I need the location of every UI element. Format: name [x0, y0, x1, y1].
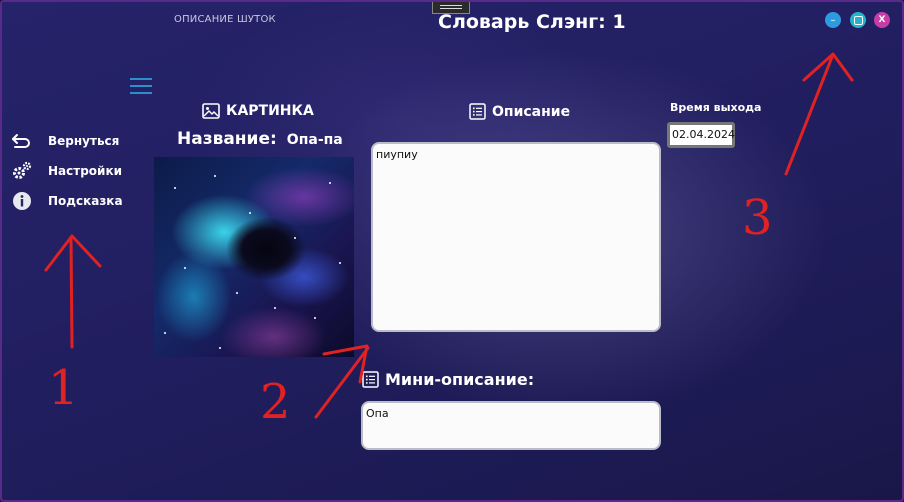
app-label: ОПИСАНИЕ ШУТОК — [174, 14, 276, 25]
annotation-number-1: 1 — [48, 360, 79, 416]
annotation-arrow-3 — [784, 52, 854, 176]
minimize-button[interactable]: – — [825, 12, 841, 28]
maximize-icon — [853, 15, 863, 25]
sidebar-item-label: Вернуться — [48, 134, 120, 148]
window-title: Словарь Слэнг: 1 — [438, 11, 626, 33]
list-icon — [362, 371, 379, 388]
sidebar-item-label: Настройки — [48, 164, 123, 178]
list-icon — [469, 103, 486, 120]
picture-heading: КАРТИНКА — [202, 103, 314, 119]
mini-description-heading: Мини-описание: — [362, 370, 534, 389]
name-value: Опа-па — [286, 132, 343, 148]
picture-heading-label: КАРТИНКА — [226, 103, 314, 119]
description-heading-label: Описание — [492, 103, 571, 120]
annotation-number-2: 2 — [260, 374, 291, 430]
sidebar-item-hint[interactable]: Подсказка — [10, 190, 123, 212]
back-arrow-icon — [10, 131, 34, 151]
close-button[interactable]: X — [874, 12, 890, 28]
annotation-number-3: 3 — [742, 190, 773, 246]
app-window: ОПИСАНИЕ ШУТОК Словарь Слэнг: 1 – X Верн… — [0, 0, 904, 502]
mini-description-textarea[interactable]: Опа — [361, 401, 661, 450]
galaxy-nebula-image[interactable] — [154, 157, 354, 357]
description-textarea[interactable]: пиупиу — [371, 142, 661, 332]
picture-icon — [202, 103, 220, 119]
description-heading: Описание — [469, 103, 570, 120]
gears-icon — [10, 161, 34, 181]
annotation-arrow-1 — [44, 234, 102, 349]
info-icon — [10, 191, 34, 211]
sidebar-item-back[interactable]: Вернуться — [10, 130, 119, 152]
sidebar-item-settings[interactable]: Настройки — [10, 160, 122, 182]
release-date-field[interactable]: 02.04.2024 — [667, 122, 735, 148]
sidebar-item-label: Подсказка — [48, 194, 123, 208]
name-row: Название: Опа-па — [177, 129, 343, 149]
mini-description-heading-label: Мини-описание: — [385, 370, 535, 389]
close-icon: X — [878, 15, 886, 25]
hamburger-menu-icon[interactable] — [130, 78, 152, 94]
maximize-button[interactable] — [850, 12, 866, 28]
minimize-icon: – — [830, 14, 836, 26]
name-label: Название: — [177, 129, 277, 149]
release-date-label: Время выхода — [670, 101, 762, 114]
